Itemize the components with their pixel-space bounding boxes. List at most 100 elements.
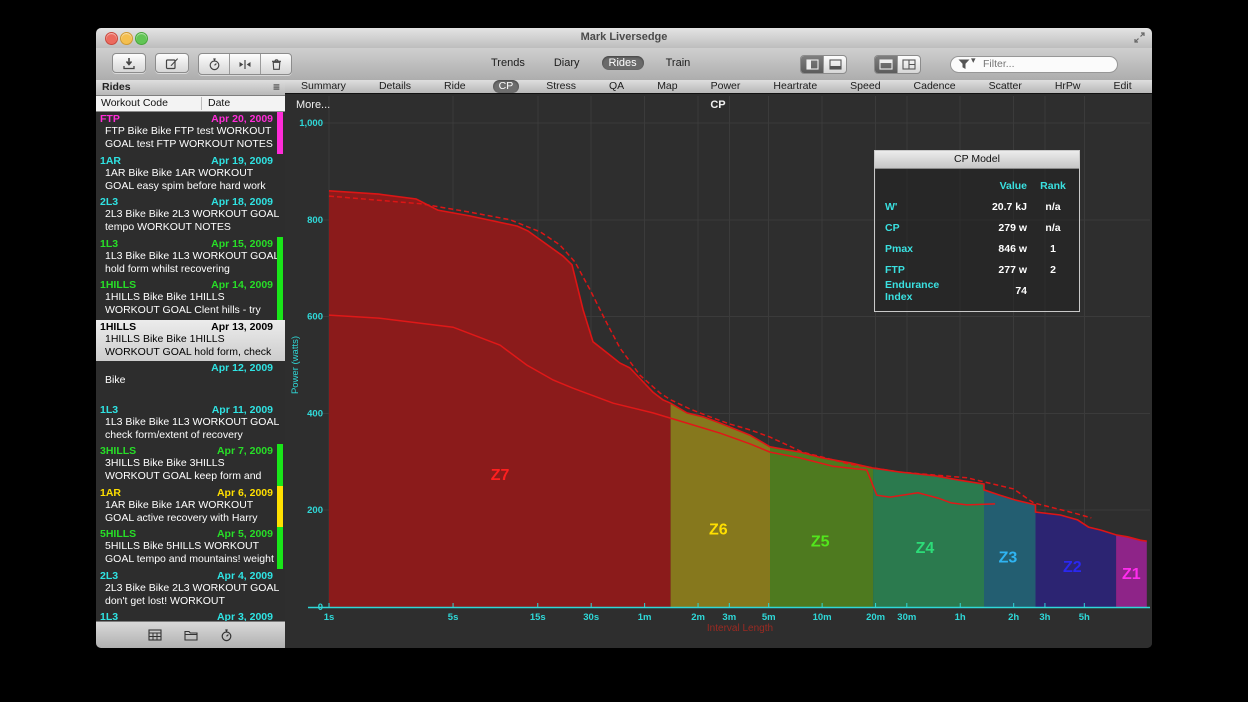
scope-tab-rides[interactable]: Rides <box>602 56 644 70</box>
ride-code: 1AR <box>100 155 121 167</box>
ride-row-9[interactable]: 1ARApr 6, 20091AR Bike Bike 1AR WORKOUT … <box>96 486 285 528</box>
chart-tab-speed[interactable]: Speed <box>844 80 886 93</box>
ride-row-4[interactable]: 1HILLSApr 14, 20091HILLS Bike Bike 1HILL… <box>96 278 285 320</box>
view-tiled-toggle[interactable] <box>897 56 920 73</box>
scope-tab-train[interactable]: Train <box>659 56 698 70</box>
manual-entry-button[interactable] <box>155 53 189 73</box>
cp-model-header-row: ValueRank <box>875 175 1079 196</box>
ride-code: 2L3 <box>100 570 118 582</box>
download-icon <box>122 57 136 70</box>
zone-label-z5: Z5 <box>811 534 830 551</box>
chart-tab-stress[interactable]: Stress <box>540 80 582 93</box>
x-tick-label: 15s <box>530 612 546 623</box>
chart-tab-scatter[interactable]: Scatter <box>983 80 1028 93</box>
start-workout-button[interactable] <box>199 54 229 74</box>
cp-model-row: Pmax846 w1 <box>875 238 1079 259</box>
import-button[interactable] <box>112 53 146 73</box>
ride-date: Apr 14, 2009 <box>211 279 273 291</box>
view-single-toggle[interactable] <box>875 56 897 73</box>
col-date[interactable]: Date <box>208 97 230 109</box>
ride-description: 1L3 Bike Bike 1L3 WORKOUT GOAL hold form… <box>100 250 281 276</box>
chart-tab-cadence[interactable]: Cadence <box>908 80 962 93</box>
ride-row-11[interactable]: 2L3Apr 4, 20092L3 Bike Bike 2L3 WORKOUT … <box>96 569 285 611</box>
ride-row-0[interactable]: FTPApr 20, 2009FTP Bike Bike FTP test WO… <box>96 112 285 154</box>
zone-label-z4: Z4 <box>916 540 935 557</box>
ride-date: Apr 20, 2009 <box>211 113 273 125</box>
more-link[interactable]: More... <box>296 99 330 111</box>
delete-ride-button[interactable] <box>260 54 291 74</box>
ride-date: Apr 5, 2009 <box>217 528 273 540</box>
ride-row-1[interactable]: 1ARApr 19, 20091AR Bike Bike 1AR WORKOUT… <box>96 154 285 196</box>
chart-tab-qa[interactable]: QA <box>603 80 630 93</box>
ride-row-6[interactable]: Apr 12, 2009Bike <box>96 361 285 403</box>
rides-sidebar: Rides ≡ Workout Code Date FTPApr 20, 200… <box>96 80 286 648</box>
ride-color-bar <box>277 527 283 569</box>
ride-code: 2L3 <box>100 196 118 208</box>
ride-code: 1HILLS <box>100 279 136 291</box>
cp-model-cell: CP <box>875 222 963 234</box>
cp-model-cell: FTP <box>875 264 963 276</box>
funnel-icon <box>958 57 970 68</box>
scope-tab-diary[interactable]: Diary <box>547 56 587 70</box>
ride-date: Apr 7, 2009 <box>217 445 273 457</box>
cp-model-row: FTP277 w2 <box>875 259 1079 280</box>
cp-model-cell: Value <box>963 180 1027 192</box>
x-tick-label: 30m <box>897 612 916 623</box>
chart-tab-edit[interactable]: Edit <box>1108 80 1138 93</box>
panel-bottom-toggle[interactable] <box>823 56 846 73</box>
expand-icon[interactable] <box>1133 31 1146 44</box>
chart-tabs: Summary Details Ride CP Stress QA Map Power Hear… <box>285 80 1152 94</box>
cp-model-cell: 279 w <box>963 222 1027 234</box>
zone-label-z1: Z1 <box>1122 566 1141 583</box>
y-axis-label: Power (watts) <box>290 336 301 394</box>
zone-label-z2: Z2 <box>1063 559 1082 576</box>
app-window: Mark Liversedge TrendsDiaryRidesTrain ▾ … <box>96 28 1152 648</box>
ride-row-3[interactable]: 1L3Apr 15, 20091L3 Bike Bike 1L3 WORKOUT… <box>96 237 285 279</box>
ride-row-10[interactable]: 5HILLSApr 5, 20095HILLS Bike 5HILLS WORK… <box>96 527 285 569</box>
chart-tab-hrpw[interactable]: HrPw <box>1049 80 1087 93</box>
sidebar-column-headers: Workout Code Date <box>96 96 285 112</box>
ride-row-7[interactable]: 1L3Apr 11, 20091L3 Bike Bike 1L3 WORKOUT… <box>96 403 285 445</box>
chart-tab-ride[interactable]: Ride <box>438 80 472 93</box>
sidebar-menu-icon[interactable]: ≡ <box>273 80 280 95</box>
cp-model-cell: 1 <box>1027 243 1079 255</box>
chart-tab-power[interactable]: Power <box>705 80 747 93</box>
ride-row-2[interactable]: 2L3Apr 18, 20092L3 Bike Bike 2L3 WORKOUT… <box>96 195 285 237</box>
y-tick-label: 1,000 <box>299 118 323 129</box>
ride-date: Apr 19, 2009 <box>211 155 273 167</box>
cp-model-cell: 2 <box>1027 264 1079 276</box>
x-tick-label: 30s <box>583 612 599 623</box>
x-tick-label: 2m <box>691 612 705 623</box>
ride-color-bar <box>277 112 283 154</box>
folder-icon[interactable] <box>184 629 198 641</box>
ride-code: 1AR <box>100 487 121 499</box>
chart-tab-details[interactable]: Details <box>373 80 417 93</box>
y-tick-label: 0 <box>318 602 323 613</box>
scope-tab-trends[interactable]: Trends <box>484 56 532 70</box>
chart-tab-heartrate[interactable]: Heartrate <box>767 80 823 93</box>
ride-color-bar <box>277 237 283 279</box>
calendar-icon[interactable] <box>148 629 162 641</box>
zone-label-z3: Z3 <box>999 550 1018 567</box>
x-axis-label: Interval Length <box>707 623 773 634</box>
col-workout-code[interactable]: Workout Code <box>101 97 168 109</box>
chart-tab-map[interactable]: Map <box>651 80 683 93</box>
chart-tab-cp[interactable]: CP <box>493 80 520 93</box>
zone-area-z4 <box>873 468 984 607</box>
stopwatch-icon[interactable] <box>220 629 233 642</box>
cp-model-cell: Pmax <box>875 243 963 255</box>
panel-left-toggle[interactable] <box>801 56 823 73</box>
ride-row-5[interactable]: 1HILLSApr 13, 20091HILLS Bike Bike 1HILL… <box>96 320 285 362</box>
compose-icon <box>165 57 179 70</box>
x-tick-label: 1m <box>638 612 652 623</box>
sidebar-footer <box>96 621 285 648</box>
ride-date: Apr 12, 2009 <box>211 362 273 374</box>
ride-description: 1AR Bike Bike 1AR WORKOUT GOAL active re… <box>100 499 281 525</box>
ride-code: 1L3 <box>100 238 118 250</box>
cp-model-cell: 846 w <box>963 243 1027 255</box>
layout-toggle-group <box>874 55 921 74</box>
ride-description: 1HILLS Bike Bike 1HILLS WORKOUT GOAL hol… <box>100 333 281 359</box>
chart-tab-summary[interactable]: Summary <box>295 80 352 93</box>
ride-row-8[interactable]: 3HILLSApr 7, 20093HILLS Bike Bike 3HILLS… <box>96 444 285 486</box>
split-ride-button[interactable] <box>229 54 260 74</box>
